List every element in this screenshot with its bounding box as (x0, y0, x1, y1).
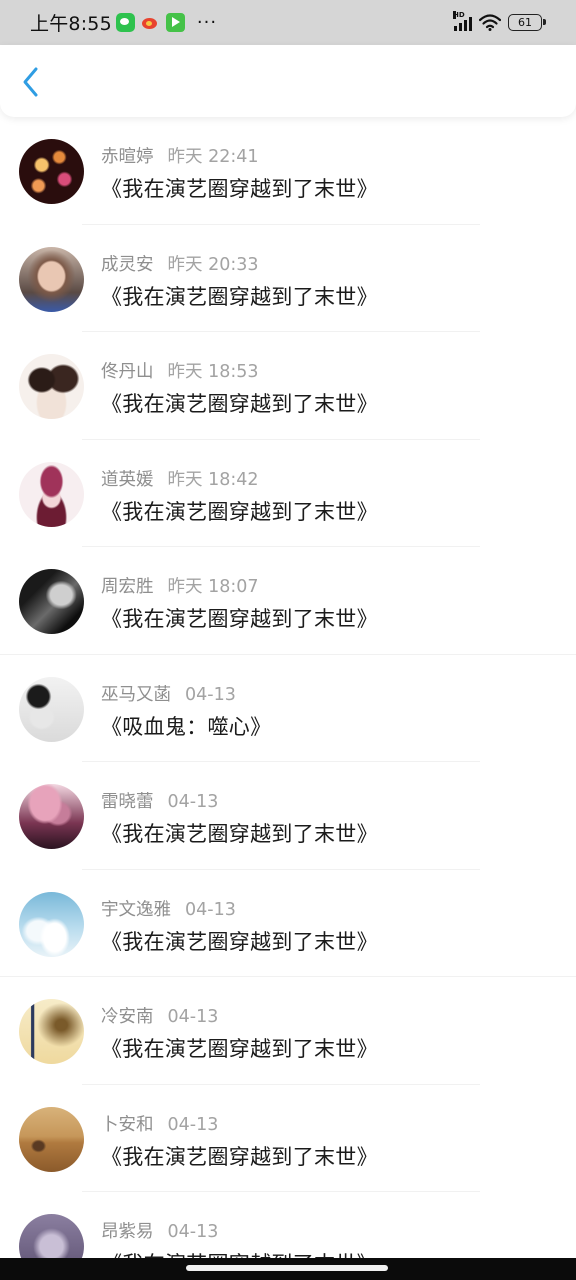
username[interactable]: 道英媛 (101, 470, 154, 490)
status-bar: 上午8:55 ··· HD 61 (0, 0, 576, 45)
comment-meta: 雷晓蕾 04-13 (101, 788, 218, 813)
battery-icon: 61 (508, 14, 546, 31)
list-item[interactable]: 道英媛 昨天 18:42 《我在演艺圈穿越到了末世》 (0, 440, 576, 547)
list-item[interactable]: 卜安和 04-13 《我在演艺圈穿越到了末世》 (0, 1085, 576, 1192)
comment-meta: 成灵安 昨天 20:33 (101, 251, 259, 276)
username[interactable]: 成灵安 (101, 255, 154, 275)
book-title[interactable]: 《我在演艺圈穿越到了末世》 (101, 281, 378, 311)
comment-time: 04-13 (167, 1222, 219, 1242)
list-item[interactable]: 赤暄婷 昨天 22:41 《我在演艺圈穿越到了末世》 (0, 117, 576, 225)
username[interactable]: 雷晓蕾 (101, 792, 154, 812)
comment-meta: 昂紫易 04-13 (101, 1218, 218, 1243)
avatar[interactable] (19, 246, 84, 312)
avatar[interactable] (19, 139, 84, 204)
top-nav-bar (0, 45, 576, 117)
wifi-icon (479, 14, 501, 31)
back-button[interactable] (14, 65, 48, 99)
comment-time: 04-13 (185, 899, 236, 920)
comment-time: 04-13 (167, 1007, 219, 1027)
comment-time: 昨天 18:42 (167, 469, 259, 490)
book-title[interactable]: 《我在演艺圈穿越到了末世》 (101, 1033, 378, 1063)
username[interactable]: 佟丹山 (101, 362, 154, 382)
comment-time: 昨天 20:33 (167, 254, 259, 275)
list-item[interactable]: 宇文逸雅 04-13 《我在演艺圈穿越到了末世》 (0, 870, 576, 977)
comment-meta: 宇文逸雅 04-13 (101, 896, 236, 921)
battery-level: 61 (518, 16, 532, 29)
book-title[interactable]: 《我在演艺圈穿越到了末世》 (101, 1141, 378, 1171)
comment-list: 赤暄婷 昨天 22:41 《我在演艺圈穿越到了末世》 成灵安 昨天 20:33 《我… (0, 117, 576, 1280)
notification-icons (115, 13, 185, 32)
comment-meta: 道英媛 昨天 18:42 (101, 466, 259, 491)
comment-time: 04-13 (167, 792, 219, 812)
wechat-icon (115, 13, 135, 32)
comment-meta: 佟丹山 昨天 18:53 (101, 358, 259, 383)
avatar[interactable] (19, 891, 84, 957)
book-title[interactable]: 《我在演艺圈穿越到了末世》 (101, 603, 378, 633)
username[interactable]: 周宏胜 (101, 577, 154, 597)
hd-label: HD (453, 10, 465, 19)
username[interactable]: 昂紫易 (101, 1222, 154, 1242)
iqiyi-icon (165, 13, 185, 32)
comment-time: 昨天 18:53 (167, 362, 259, 382)
comment-meta: 巫马又菡 04-13 (101, 681, 236, 706)
weibo-icon (141, 13, 160, 32)
list-item[interactable]: 雷晓蕾 04-13 《我在演艺圈穿越到了末世》 (0, 762, 576, 870)
book-title[interactable]: 《我在演艺圈穿越到了末世》 (101, 496, 378, 526)
list-item[interactable]: 成灵安 昨天 20:33 《我在演艺圈穿越到了末世》 (0, 225, 576, 332)
comment-meta: 冷安南 04-13 (101, 1003, 218, 1028)
comment-meta: 赤暄婷 昨天 22:41 (101, 143, 259, 168)
book-title[interactable]: 《吸血鬼：噬心》 (101, 711, 271, 741)
username[interactable]: 宇文逸雅 (101, 900, 171, 920)
comment-time: 昨天 18:07 (167, 577, 259, 597)
list-item[interactable]: 佟丹山 昨天 18:53 《我在演艺圈穿越到了末世》 (0, 332, 576, 440)
comment-time: 04-13 (185, 684, 236, 705)
list-item[interactable]: 周宏胜 昨天 18:07 《我在演艺圈穿越到了末世》 (0, 547, 576, 655)
username[interactable]: 巫马又菡 (101, 685, 171, 705)
more-notifications-icon: ··· (196, 12, 218, 33)
book-title[interactable]: 《我在演艺圈穿越到了末世》 (101, 818, 378, 848)
comment-time: 昨天 22:41 (167, 147, 259, 167)
list-item[interactable]: 巫马又菡 04-13 《吸血鬼：噬心》 (0, 655, 576, 762)
list-item[interactable]: 冷安南 04-13 《我在演艺圈穿越到了末世》 (0, 977, 576, 1085)
book-title[interactable]: 《我在演艺圈穿越到了末世》 (101, 388, 378, 418)
comment-meta: 周宏胜 昨天 18:07 (101, 573, 259, 598)
username[interactable]: 赤暄婷 (101, 147, 154, 167)
avatar[interactable] (19, 784, 84, 849)
avatar[interactable] (19, 999, 84, 1064)
comment-time: 04-13 (167, 1114, 219, 1135)
avatar[interactable] (19, 569, 84, 634)
username[interactable]: 卜安和 (101, 1115, 154, 1135)
home-indicator[interactable] (186, 1265, 388, 1271)
book-title[interactable]: 《我在演艺圈穿越到了末世》 (101, 173, 378, 203)
username[interactable]: 冷安南 (101, 1007, 154, 1027)
signal-icon: HD (453, 10, 472, 31)
status-time: 上午8:55 (30, 13, 112, 35)
chevron-left-icon (23, 67, 38, 97)
system-indicators: HD 61 (453, 0, 546, 45)
comment-meta: 卜安和 04-13 (101, 1111, 218, 1136)
book-title[interactable]: 《我在演艺圈穿越到了末世》 (101, 926, 378, 956)
avatar[interactable] (19, 354, 84, 419)
avatar[interactable] (19, 461, 84, 527)
avatar[interactable] (19, 676, 84, 742)
avatar[interactable] (19, 1106, 84, 1172)
